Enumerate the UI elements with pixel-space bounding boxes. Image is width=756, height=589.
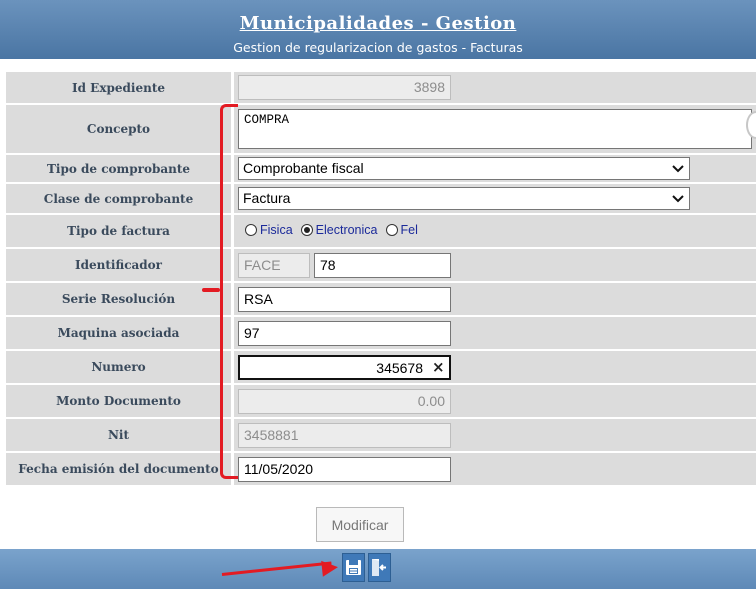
- radio-fel[interactable]: [385, 224, 398, 236]
- clase-comprobante-value: Factura: [243, 190, 291, 206]
- radio-electronica[interactable]: [300, 224, 313, 236]
- numero-value: 345678: [376, 360, 423, 376]
- row-id-expediente: Id Expediente 3898: [6, 71, 756, 104]
- label-tipo-comprobante: Tipo de comprobante: [6, 155, 231, 182]
- value-cell: FACE 78: [234, 249, 756, 281]
- value-cell: Comprobante fiscal: [234, 155, 756, 182]
- row-serie-resolucion: Serie Resolución RSA: [6, 282, 756, 316]
- row-fecha-emision: Fecha emisión del documento 11/05/2020: [6, 452, 756, 486]
- save-button[interactable]: [342, 553, 365, 582]
- concepto-textarea[interactable]: COMPRA: [238, 109, 752, 149]
- row-maquina-asociada: Maquina asociada 97: [6, 316, 756, 350]
- radio-fel-label[interactable]: Fel: [401, 223, 418, 237]
- radio-fisica[interactable]: [245, 224, 257, 236]
- save-icon: [346, 560, 361, 575]
- label-monto-documento: Monto Documento: [6, 385, 231, 417]
- label-clase-comprobante: Clase de comprobante: [6, 184, 231, 213]
- page-subtitle: Gestion de regularizacion de gastos - Fa…: [233, 40, 523, 55]
- label-tipo-factura: Tipo de factura: [6, 215, 231, 247]
- monto-documento-field: 0.00: [238, 389, 451, 414]
- row-nit: Nit 3458881: [6, 418, 756, 452]
- modify-button[interactable]: Modificar: [316, 507, 404, 542]
- row-tipo-factura: Tipo de factura Fisica Electronica Fel: [6, 214, 756, 248]
- tipo-comprobante-value: Comprobante fiscal: [243, 160, 364, 176]
- nit-field: 3458881: [238, 423, 451, 448]
- id-expediente-field: 3898: [238, 75, 451, 100]
- value-cell: Fisica Electronica Fel: [234, 215, 756, 247]
- value-cell: COMPRA: [234, 105, 756, 153]
- label-maquina-asociada: Maquina asociada: [6, 317, 231, 349]
- value-cell: 345678 ×: [234, 351, 756, 383]
- label-id-expediente: Id Expediente: [6, 72, 231, 103]
- annotation-arrow-head: [321, 559, 339, 577]
- row-identificador: Identificador FACE 78: [6, 248, 756, 282]
- clear-icon[interactable]: ×: [432, 358, 445, 376]
- chevron-down-icon: [672, 195, 684, 203]
- page-title: Municipalidades - Gestion: [239, 13, 517, 34]
- serie-resolucion-input[interactable]: RSA: [238, 287, 451, 312]
- value-cell: 3458881: [234, 419, 756, 451]
- value-cell: 11/05/2020: [234, 453, 756, 485]
- tipo-factura-radio-group: Fisica Electronica Fel: [242, 223, 418, 237]
- annotation-bracket-tip: [202, 288, 220, 292]
- row-clase-comprobante: Clase de comprobante Factura: [6, 183, 756, 214]
- tipo-comprobante-select[interactable]: Comprobante fiscal: [238, 157, 690, 180]
- exit-icon: [372, 559, 386, 576]
- label-concepto: Concepto: [6, 105, 231, 153]
- label-fecha-emision: Fecha emisión del documento: [6, 453, 231, 485]
- clase-comprobante-select[interactable]: Factura: [238, 187, 690, 210]
- value-cell: 97: [234, 317, 756, 349]
- identificador-prefix-field: FACE: [238, 253, 310, 278]
- value-cell: 0.00: [234, 385, 756, 417]
- maquina-asociada-input[interactable]: 97: [238, 321, 451, 346]
- value-cell: RSA: [234, 283, 756, 315]
- row-monto-documento: Monto Documento 0.00: [6, 384, 756, 418]
- row-concepto: Concepto COMPRA: [6, 104, 756, 154]
- value-cell: 3898: [234, 72, 756, 103]
- row-numero: Numero 345678 ×: [6, 350, 756, 384]
- header-gap: [0, 59, 756, 71]
- value-cell: Factura: [234, 184, 756, 213]
- numero-input[interactable]: 345678: [238, 355, 451, 380]
- annotation-bracket: [220, 104, 238, 479]
- row-tipo-comprobante: Tipo de comprobante Comprobante fiscal: [6, 154, 756, 183]
- identificador-input[interactable]: 78: [314, 253, 451, 278]
- label-numero: Numero: [6, 351, 231, 383]
- exit-button[interactable]: [368, 553, 391, 582]
- radio-electronica-label[interactable]: Electronica: [316, 223, 378, 237]
- page-header: Municipalidades - Gestion Gestion de reg…: [0, 0, 756, 59]
- chevron-down-icon: [672, 165, 684, 173]
- fecha-emision-input[interactable]: 11/05/2020: [238, 457, 451, 482]
- label-nit: Nit: [6, 419, 231, 451]
- label-identificador: Identificador: [6, 249, 231, 281]
- radio-fisica-label[interactable]: Fisica: [260, 223, 293, 237]
- label-serie-resolucion: Serie Resolución: [6, 283, 231, 315]
